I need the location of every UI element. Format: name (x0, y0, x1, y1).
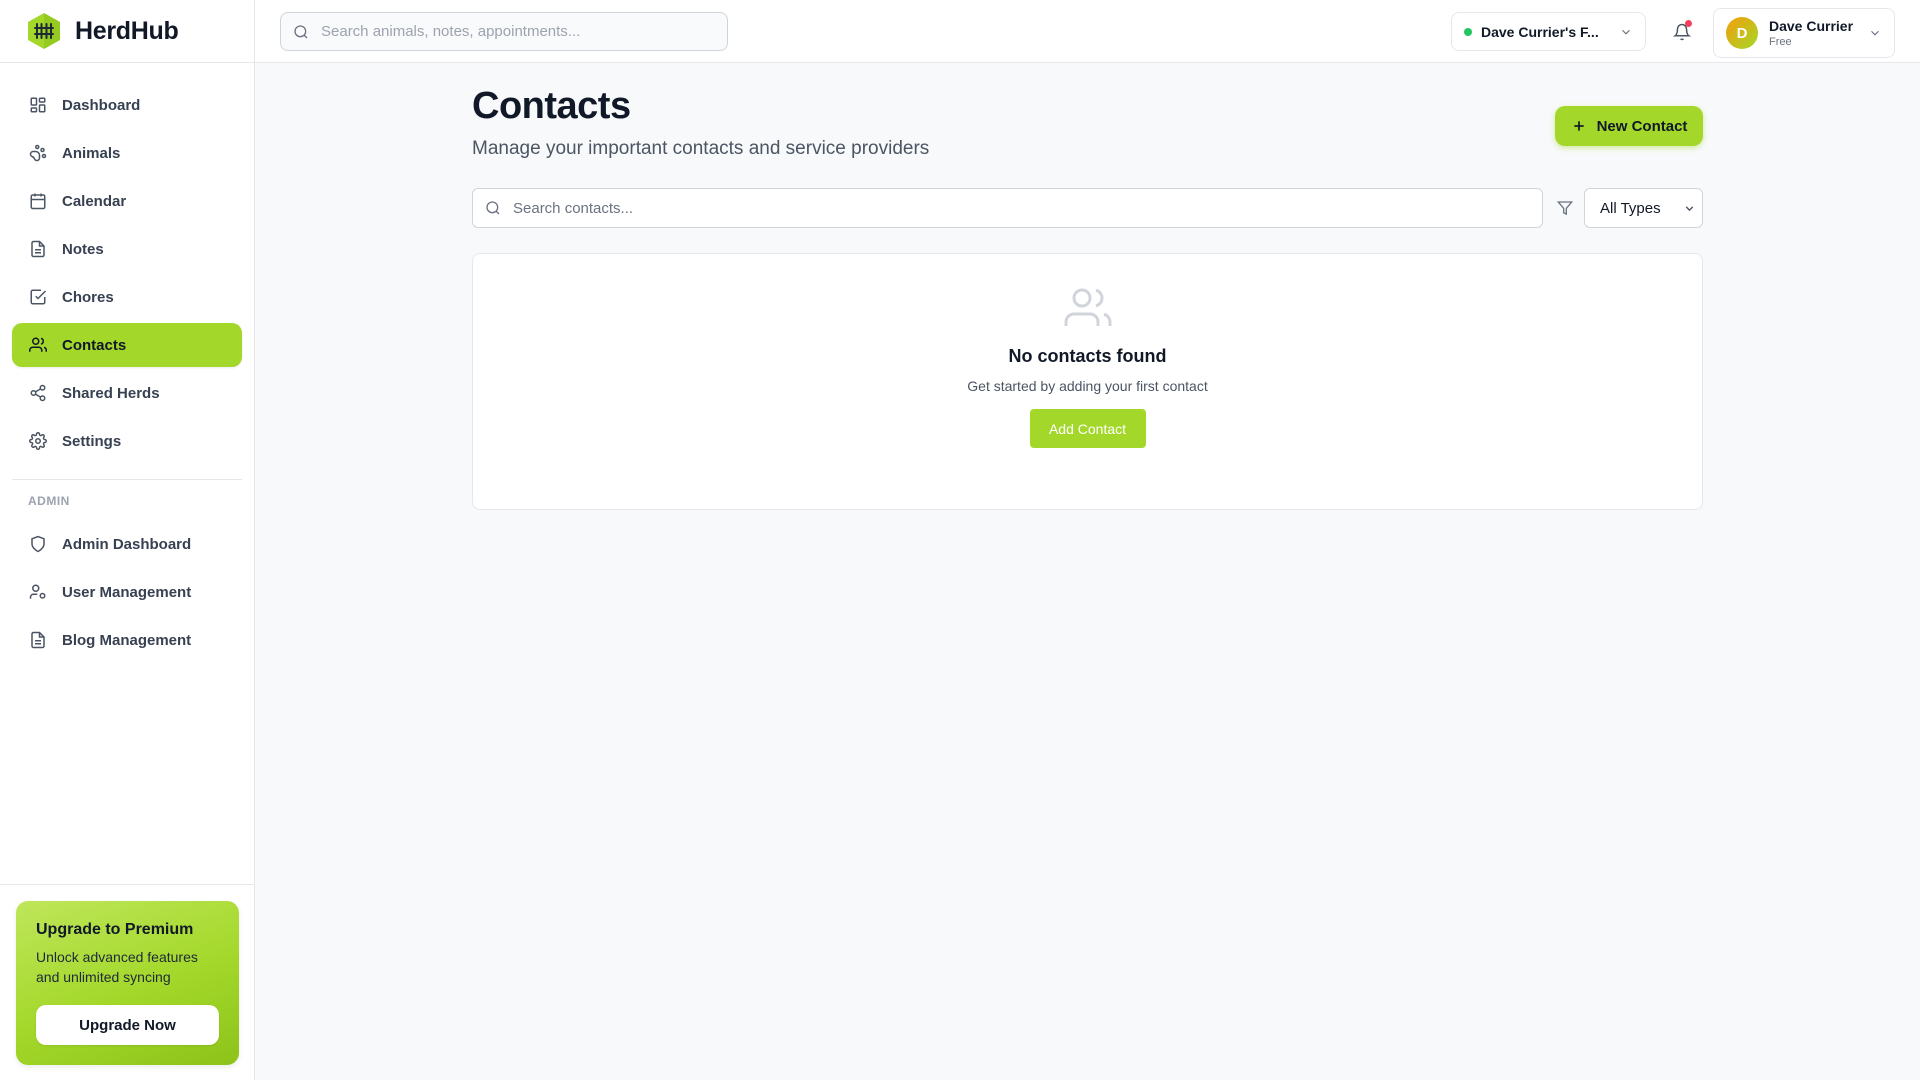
upgrade-now-button[interactable]: Upgrade Now (36, 1005, 219, 1045)
share-icon (28, 383, 48, 403)
main-nav: Dashboard Animals Calendar Notes Chores (0, 63, 254, 463)
user-menu[interactable]: D Dave Currier Free (1713, 8, 1895, 58)
global-search[interactable] (280, 12, 728, 51)
user-name: Dave Currier (1769, 18, 1854, 34)
sidebar-item-label: Shared Herds (62, 384, 160, 402)
sidebar-item-shared-herds[interactable]: Shared Herds (12, 371, 242, 415)
add-contact-button[interactable]: Add Contact (1029, 409, 1146, 448)
sidebar-item-animals[interactable]: Animals (12, 131, 242, 175)
chevron-down-icon (1619, 25, 1633, 39)
check-square-icon (28, 287, 48, 307)
global-search-input[interactable] (321, 23, 701, 40)
sidebar-item-label: User Management (62, 583, 192, 601)
upgrade-card: Upgrade to Premium Unlock advanced featu… (16, 901, 239, 1065)
sidebar-item-label: Calendar (62, 192, 127, 210)
filter-icon (1555, 198, 1575, 218)
sidebar-item-chores[interactable]: Chores (12, 275, 242, 319)
sidebar-item-admin-dashboard[interactable]: Admin Dashboard (12, 522, 242, 566)
sidebar-item-settings[interactable]: Settings (12, 419, 242, 463)
sidebar-item-label: Settings (62, 432, 122, 450)
herdhub-logo-icon (24, 11, 64, 51)
new-contact-button[interactable]: New Contact (1555, 106, 1703, 146)
sidebar-item-label: Animals (62, 144, 121, 162)
sidebar-item-label: Notes (62, 240, 104, 258)
sidebar-item-calendar[interactable]: Calendar (12, 179, 242, 223)
sidebar-item-label: Chores (62, 288, 114, 306)
contact-search-input[interactable] (513, 199, 1513, 217)
main-content: Contacts Manage your important contacts … (472, 63, 1703, 510)
page-title: Contacts (472, 85, 631, 127)
users-icon (1064, 284, 1112, 332)
user-plan: Free (1769, 36, 1792, 48)
herd-selector-label: Dave Currier's F... (1481, 23, 1599, 40)
sidebar-item-label: Contacts (62, 336, 127, 354)
herd-status-dot (1464, 27, 1472, 36)
plus-icon (1571, 118, 1587, 134)
brand[interactable]: HerdHub (0, 0, 254, 63)
users-icon (28, 335, 48, 355)
brand-name: HerdHub (75, 16, 179, 45)
user-cog-icon (28, 582, 48, 602)
upgrade-title: Upgrade to Premium (36, 921, 194, 938)
search-icon (293, 24, 309, 40)
empty-state-title: No contacts found (1008, 346, 1167, 366)
notification-indicator (1685, 20, 1692, 27)
admin-nav: Admin Dashboard User Management Blog Man… (0, 522, 254, 662)
sidebar-item-dashboard[interactable]: Dashboard (12, 83, 242, 127)
chevron-down-icon (1868, 26, 1882, 40)
search-icon (485, 200, 501, 216)
dashboard-icon (28, 95, 48, 115)
file-text-icon (28, 239, 48, 259)
upgrade-description: Unlock advanced features and unlimited s… (36, 949, 198, 985)
sidebar-item-contacts[interactable]: Contacts (12, 323, 242, 367)
new-contact-label: New Contact (1596, 117, 1688, 135)
type-filter-value: All Types (1600, 199, 1661, 217)
shield-icon (28, 534, 48, 554)
sidebar-item-user-management[interactable]: User Management (12, 570, 242, 614)
notifications-button[interactable] (1667, 17, 1697, 47)
avatar: D (1726, 17, 1758, 49)
calendar-icon (28, 191, 48, 211)
sidebar-item-label: Admin Dashboard (62, 535, 192, 553)
sidebar-item-blog-management[interactable]: Blog Management (12, 618, 242, 662)
user-info: Dave Currier Free (1769, 18, 1853, 48)
sidebar-item-label: Dashboard (62, 96, 141, 114)
filter-row: All Types (472, 188, 1703, 228)
paw-icon (28, 143, 48, 163)
chevron-down-icon (1683, 202, 1696, 215)
type-filter-select[interactable]: All Types (1584, 188, 1703, 228)
topbar: Dave Currier's F... D Dave Currier Free (255, 0, 1920, 63)
herd-selector[interactable]: Dave Currier's F... (1451, 12, 1646, 51)
empty-state-card: No contacts found Get started by adding … (472, 253, 1703, 510)
sidebar: HerdHub Dashboard Animals Calendar Notes (0, 0, 255, 1080)
empty-state-description: Get started by adding your first contact (967, 378, 1208, 394)
contact-search[interactable] (472, 188, 1543, 228)
page-subtitle: Manage your important contacts and servi… (472, 138, 930, 159)
file-text-icon (28, 630, 48, 650)
sidebar-item-notes[interactable]: Notes (12, 227, 242, 271)
admin-section-heading: ADMIN (28, 494, 70, 508)
gear-icon (28, 431, 48, 451)
upgrade-section: Upgrade to Premium Unlock advanced featu… (0, 884, 255, 1080)
sidebar-item-label: Blog Management (62, 631, 192, 649)
